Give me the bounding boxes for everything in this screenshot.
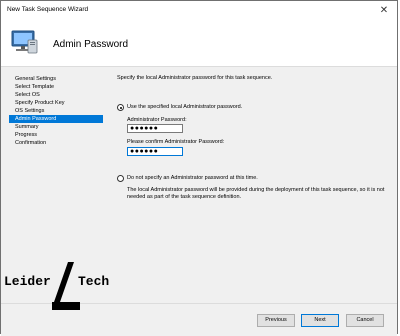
- instruction-text: Specify the local Administrator password…: [117, 75, 273, 81]
- nav-item-confirmation[interactable]: Confirmation: [9, 139, 103, 147]
- password-note: The local Administrator password will be…: [127, 187, 385, 200]
- title-bar: New Task Sequence Wizard ✕: [1, 1, 397, 23]
- confirm-password-field[interactable]: ●●●●●●: [127, 147, 183, 156]
- radio-no-password-label: Do not specify an Administrator password…: [127, 175, 258, 181]
- nav-item-admin-password[interactable]: Admin Password: [9, 115, 103, 123]
- watermark-logo: Leider Tech: [2, 262, 110, 314]
- nav-item-os-settings[interactable]: OS Settings: [9, 107, 103, 115]
- next-button[interactable]: Next: [301, 314, 339, 327]
- watermark-l-mark: [52, 262, 80, 310]
- admin-password-label: Administrator Password:: [127, 117, 187, 123]
- radio-no-password[interactable]: [117, 175, 124, 182]
- nav-item-select-template[interactable]: Select Template: [9, 83, 103, 91]
- admin-password-field[interactable]: ●●●●●●: [127, 124, 183, 133]
- nav-item-summary[interactable]: Summary: [9, 123, 103, 131]
- wizard-header: Admin Password: [1, 23, 397, 67]
- confirm-password-label: Please confirm Administrator Password:: [127, 139, 225, 145]
- radio-use-specified-password[interactable]: [117, 104, 124, 111]
- radio-use-specified-password-label: Use the specified local Administrator pa…: [127, 104, 243, 110]
- computer-icon: [11, 30, 38, 54]
- nav-item-general-settings[interactable]: General Settings: [9, 75, 103, 83]
- cancel-button[interactable]: Cancel: [346, 314, 384, 327]
- nav-item-specify-product-key[interactable]: Specify Product Key: [9, 99, 103, 107]
- watermark-left-word: Leider: [4, 274, 51, 289]
- watermark-right-word: Tech: [78, 274, 110, 289]
- previous-button[interactable]: Previous: [257, 314, 295, 327]
- nav-item-select-os[interactable]: Select OS: [9, 91, 103, 99]
- window-title: New Task Sequence Wizard: [7, 6, 89, 13]
- wizard-steps-nav: General Settings Select Template Select …: [9, 75, 103, 147]
- close-icon[interactable]: ✕: [377, 4, 391, 18]
- page-title: Admin Password: [53, 39, 129, 50]
- nav-item-progress[interactable]: Progress: [9, 131, 103, 139]
